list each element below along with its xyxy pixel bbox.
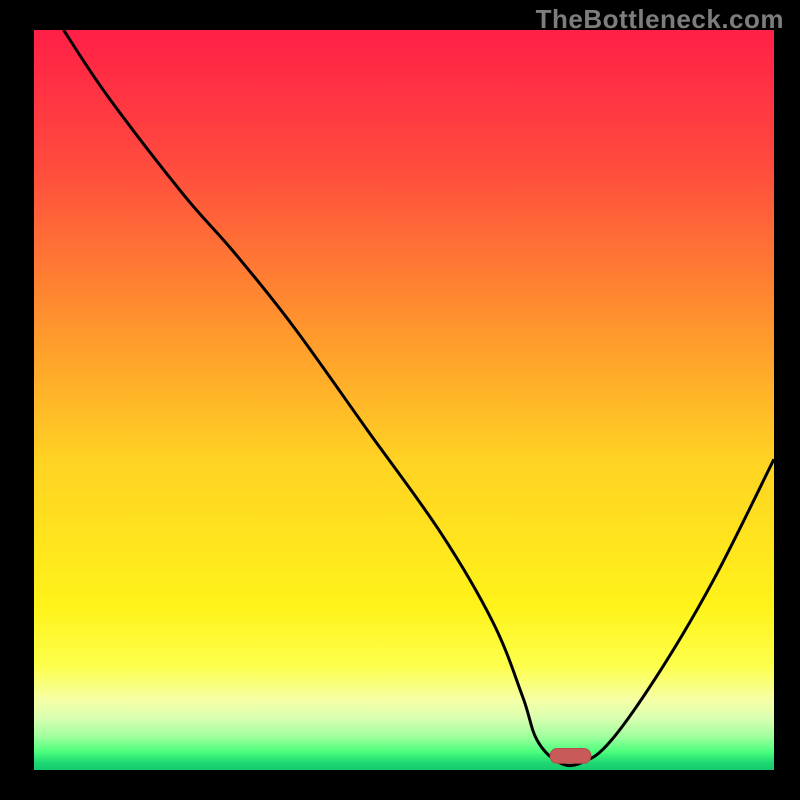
bottleneck-chart (34, 30, 774, 770)
optimal-marker (550, 749, 591, 764)
gradient-background (34, 30, 774, 770)
